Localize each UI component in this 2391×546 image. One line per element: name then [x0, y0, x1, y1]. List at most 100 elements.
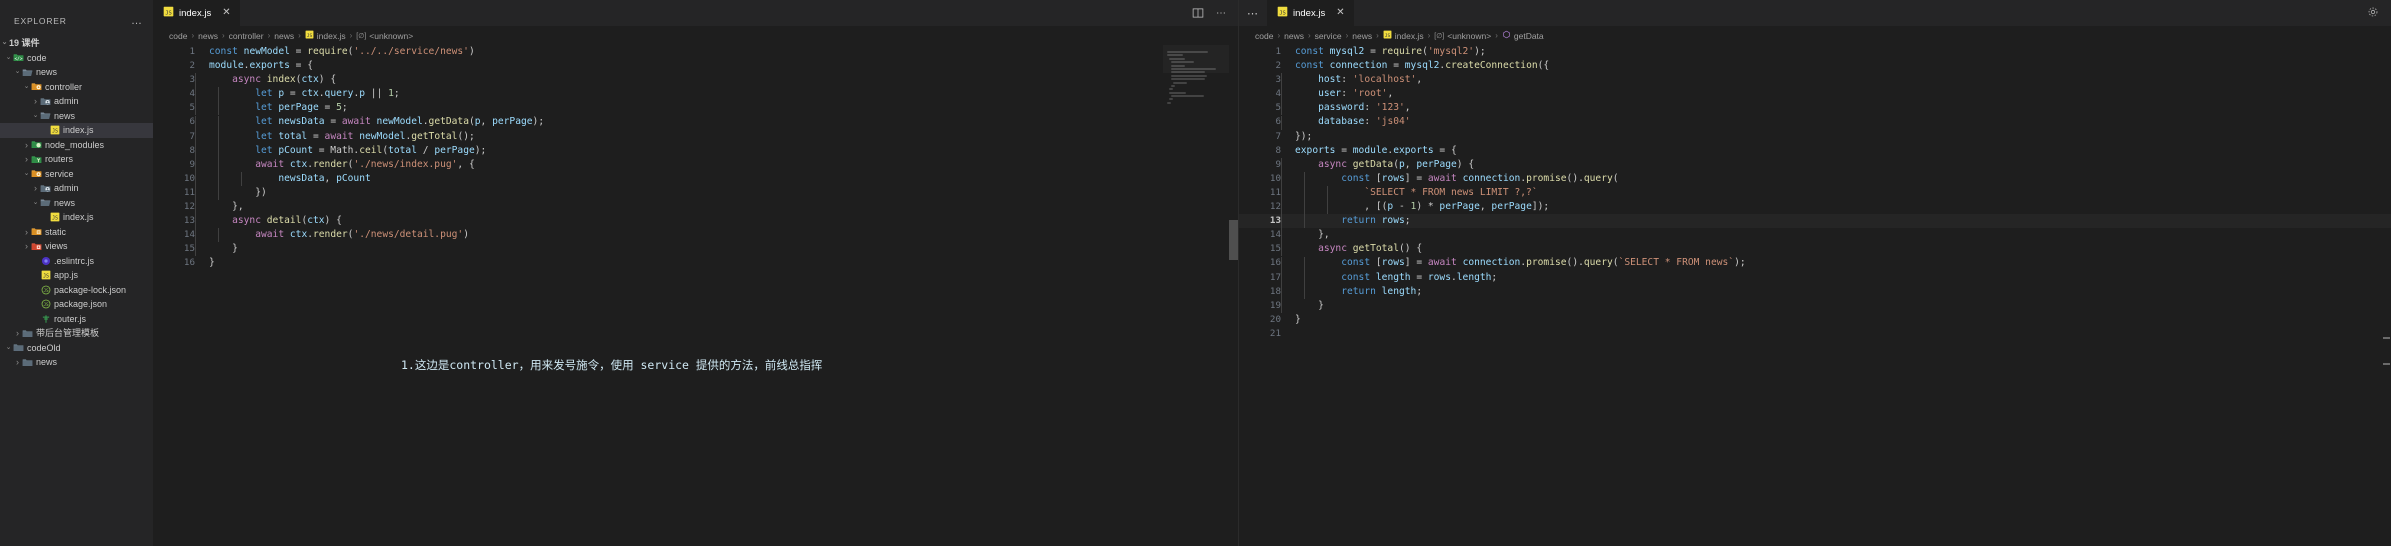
chevron-right-icon[interactable]: ›	[31, 181, 40, 196]
tree-item-codeOld[interactable]: ⌄ codeOld	[0, 341, 153, 356]
chevron-right-icon[interactable]: ›	[22, 239, 31, 254]
line-text[interactable]: await ctx.render('./news/index.pug', {	[209, 158, 475, 172]
split-editor-icon[interactable]	[1192, 7, 1204, 19]
line-text[interactable]: async getTotal() {	[1295, 242, 1422, 256]
scrollbar-thumb[interactable]	[1229, 220, 1238, 260]
line-text[interactable]: newsData, pCount	[209, 172, 370, 186]
code-line[interactable]: 15 async getTotal() {	[1239, 242, 2391, 256]
breadcrumb-item[interactable]: [∅] <unknown>	[356, 31, 413, 41]
code-line[interactable]: 4 user: 'root',	[1239, 87, 2391, 101]
tree-item-admin[interactable]: › admin	[0, 94, 153, 109]
tree-item-code[interactable]: ⌄ </> code	[0, 51, 153, 66]
code-line[interactable]: 8 let pCount = Math.ceil(total / perPage…	[153, 144, 1238, 158]
editor-right[interactable]: 1 const mysql2 = require('mysql2'); 2 const…	[1239, 45, 2391, 546]
breadcrumb-item[interactable]: news	[198, 31, 218, 41]
chevron-down-icon[interactable]: ⌄	[22, 167, 31, 182]
tree-item-packagejson[interactable]: JS package.json	[0, 297, 153, 312]
chevron-right-icon[interactable]: ›	[13, 355, 22, 370]
line-text[interactable]: },	[1295, 228, 1330, 242]
line-text[interactable]: exports = module.exports = {	[1295, 144, 1457, 158]
code-line[interactable]: 6 let newsData = await newModel.getData(…	[153, 115, 1238, 129]
line-text[interactable]: }	[209, 256, 215, 270]
chevron-right-icon[interactable]: ›	[22, 225, 31, 240]
line-text[interactable]: const connection = mysql2.createConnecti…	[1295, 59, 1549, 73]
line-text[interactable]: let perPage = 5;	[209, 101, 347, 115]
breadcrumb-left[interactable]: code › news › controller › news › JS ind…	[153, 26, 1238, 45]
close-icon[interactable]: ✕	[222, 8, 230, 18]
line-text[interactable]: const newModel = require('../../service/…	[209, 45, 475, 59]
editor-left[interactable]: 1 const newModel = require('../../service…	[153, 45, 1238, 546]
breadcrumb-item[interactable]: news	[274, 31, 294, 41]
chevron-right-icon[interactable]: ›	[22, 152, 31, 167]
code-line[interactable]: 4 let p = ctx.query.p || 1;	[153, 87, 1238, 101]
minimap-slider[interactable]	[1163, 45, 1229, 73]
code-line[interactable]: 20}	[1239, 313, 2391, 327]
line-text[interactable]: database: 'js04'	[1295, 115, 1410, 129]
chevron-down-icon[interactable]: ⌄	[13, 65, 22, 80]
tree-item-news[interactable]: ⌄ news	[0, 196, 153, 211]
line-text[interactable]: }	[1295, 313, 1301, 327]
line-text[interactable]: let newsData = await newModel.getData(p,…	[209, 115, 544, 129]
line-text[interactable]: },	[209, 200, 244, 214]
code-line[interactable]: 7 let total = await newModel.getTotal();	[153, 130, 1238, 144]
code-line[interactable]: 3 host: 'localhost',	[1239, 73, 2391, 87]
tree-item-controller[interactable]: ⌄ controller	[0, 80, 153, 95]
more-editor-actions-icon[interactable]: ⋯	[1216, 8, 1226, 19]
line-text[interactable]: const length = rows.length;	[1295, 271, 1497, 285]
chevron-down-icon[interactable]: ⌄	[31, 196, 40, 211]
code-line[interactable]: 15 }	[153, 242, 1238, 256]
line-text[interactable]: }	[209, 242, 238, 256]
code-line[interactable]: 13 async detail(ctx) {	[153, 214, 1238, 228]
tree-item-news[interactable]: ⌄ news	[0, 109, 153, 124]
code-line[interactable]: 12 },	[153, 200, 1238, 214]
line-text[interactable]: async getData(p, perPage) {	[1295, 158, 1474, 172]
line-text[interactable]: const mysql2 = require('mysql2');	[1295, 45, 1486, 59]
tree-item-appjs[interactable]: JS app.js	[0, 268, 153, 283]
tree-item-service[interactable]: ⌄ service	[0, 167, 153, 182]
chevron-down-icon[interactable]: ⌄	[4, 51, 13, 66]
line-text[interactable]: const [rows] = await connection.promise(…	[1295, 256, 1745, 270]
line-text[interactable]: await ctx.render('./news/detail.pug')	[209, 228, 469, 242]
line-text[interactable]: `SELECT * FROM news LIMIT ?,?`	[1295, 186, 1537, 200]
code-line[interactable]: 11 `SELECT * FROM news LIMIT ?,?`	[1239, 186, 2391, 200]
code-line[interactable]: 16 const [rows] = await connection.promi…	[1239, 256, 2391, 270]
scrollbar-left[interactable]	[1229, 45, 1238, 546]
tab-index-js-right[interactable]: JS index.js ✕	[1267, 0, 1355, 26]
code-line[interactable]: 3 async index(ctx) {	[153, 73, 1238, 87]
tree-item-news[interactable]: › news	[0, 355, 153, 370]
tree-item-indexjs[interactable]: JS index.js	[0, 123, 153, 138]
code-line[interactable]: 18 return length;	[1239, 285, 2391, 299]
tree-item-static[interactable]: › static	[0, 225, 153, 240]
code-line[interactable]: 8 exports = module.exports = {	[1239, 144, 2391, 158]
code-line[interactable]: 10 newsData, pCount	[153, 172, 1238, 186]
tree-item-indexjs[interactable]: JS index.js	[0, 210, 153, 225]
tree-item-routers[interactable]: › routers	[0, 152, 153, 167]
line-text[interactable]: const [rows] = await connection.promise(…	[1295, 172, 1618, 186]
code-line[interactable]: 14 await ctx.render('./news/detail.pug')	[153, 228, 1238, 242]
breadcrumb-item[interactable]: code	[1255, 31, 1273, 41]
code-line[interactable]: 5 password: '123',	[1239, 101, 2391, 115]
code-content-right[interactable]: 1 const mysql2 = require('mysql2'); 2 const…	[1239, 45, 2391, 341]
tree-item-routerjs[interactable]: router.js	[0, 312, 153, 327]
line-text[interactable]: module.exports = {	[209, 59, 313, 73]
breadcrumb-item[interactable]: JS index.js	[1383, 30, 1424, 41]
chevron-right-icon[interactable]: ›	[31, 94, 40, 109]
workspace-root-row[interactable]: ⌄ 19 课件	[0, 36, 153, 51]
code-line[interactable]: 2 module.exports = {	[153, 59, 1238, 73]
code-line[interactable]: 10 const [rows] = await connection.promi…	[1239, 172, 2391, 186]
tree-item-[interactable]: › 带后台管理模板	[0, 326, 153, 341]
code-line[interactable]: 14 },	[1239, 228, 2391, 242]
line-text[interactable]: return length;	[1295, 285, 1422, 299]
file-tree[interactable]: ⌄ 19 课件 ⌄ </> code ⌄ news ⌄ controller › admin ⌄ n…	[0, 36, 153, 370]
chevron-down-icon[interactable]: ⌄	[0, 36, 9, 51]
code-line[interactable]: 17 const length = rows.length;	[1239, 271, 2391, 285]
line-text[interactable]: async index(ctx) {	[209, 73, 336, 87]
code-line[interactable]: 21	[1239, 327, 2391, 341]
code-line[interactable]: 5 let perPage = 5;	[153, 101, 1238, 115]
code-line[interactable]: 11 })	[153, 186, 1238, 200]
line-text[interactable]: async detail(ctx) {	[209, 214, 342, 228]
line-text[interactable]: });	[1295, 130, 1312, 144]
line-text[interactable]: , [(p - 1) * perPage, perPage]);	[1295, 200, 1549, 214]
code-line[interactable]: 12 , [(p - 1) * perPage, perPage]);	[1239, 200, 2391, 214]
code-line[interactable]: 7});	[1239, 130, 2391, 144]
